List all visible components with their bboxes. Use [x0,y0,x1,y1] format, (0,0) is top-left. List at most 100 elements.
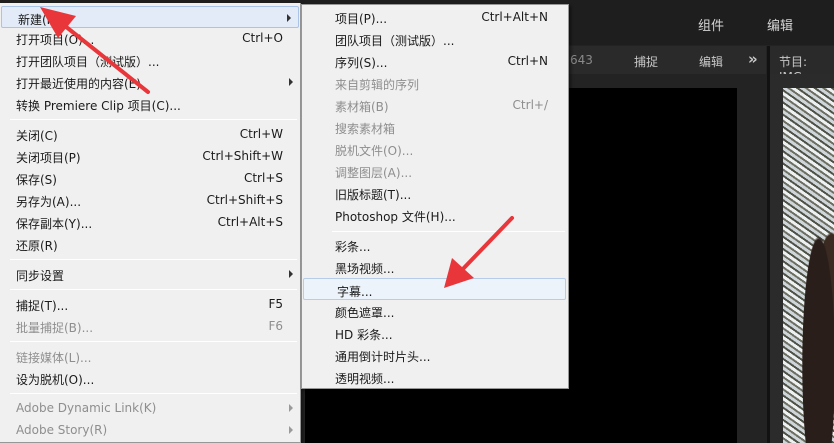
submenu-item-sequence-from-clip[interactable]: 来自剪辑的序列 [302,72,568,94]
menu-item-open-recent[interactable]: 打开最近使用的内容(E) [0,71,300,93]
menu-separator [10,259,297,260]
submenu-item-countdown-leader[interactable]: 通用倒计时片头... [302,344,568,366]
menu-item-label: 保存(S) [16,173,57,187]
submenu-item-hd-bars[interactable]: HD 彩条... [302,322,568,344]
menu-item-save-as[interactable]: 另存为(A)... Ctrl+Shift+S [0,189,300,211]
menu-item-label: 设为脱机(O)... [16,373,95,387]
submenu-item-captions[interactable]: 字幕... [303,278,566,300]
menu-item-label: 新建(N) [18,13,61,27]
source-tab-capture[interactable]: 捕捉 [634,53,658,70]
submenu-item-legacy-title[interactable]: 旧版标题(T)... [302,182,568,204]
menu-item-label: 另存为(A)... [16,195,82,209]
submenu-item-black-video[interactable]: 黑场视频... [302,256,568,278]
menu-item-convert-premiere-clip[interactable]: 转换 Premiere Clip 项目(C)... [0,93,300,115]
submenu-item-sequence[interactable]: 序列(S)... Ctrl+N [302,50,568,72]
submenu-item-adjustment-layer[interactable]: 调整图层(A)... [302,160,568,182]
menu-item-label: 彩条... [335,240,371,254]
submenu-item-project[interactable]: 项目(P)... Ctrl+Alt+N [302,6,568,28]
submenu-arrow-icon [289,404,293,412]
menu-item-close-project[interactable]: 关闭项目(P) Ctrl+Shift+W [0,145,300,167]
menu-item-revert[interactable]: 还原(R) [0,233,300,255]
menu-item-label: 脱机文件(O)... [335,144,414,158]
menu-item-close[interactable]: 关闭(C) Ctrl+W [0,123,300,145]
file-menu: 新建(N) 打开项目(O)... Ctrl+O 打开团队项目（测试版）... 打… [0,3,301,443]
submenu-arrow-icon [289,78,293,86]
menu-item-batch-capture[interactable]: 批量捕捉(B)... F6 [0,315,300,337]
menu-item-shortcut: F6 [268,319,283,333]
menu-item-capture[interactable]: 捕捉(T)... F5 [0,293,300,315]
menu-separator [332,231,565,232]
menu-item-label: 透明视频... [335,372,395,386]
program-monitor-image [783,88,834,443]
menu-item-shortcut: Ctrl+/ [512,98,548,112]
menu-item-make-offline[interactable]: 设为脱机(O)... [0,367,300,389]
workspace-tab-assembly[interactable]: 组件 [698,15,724,34]
menu-item-label: 捕捉(T)... [16,299,69,313]
menu-item-open-project[interactable]: 打开项目(O)... Ctrl+O [0,27,300,49]
menu-item-label: 调整图层(A)... [335,166,413,180]
source-tab-edit[interactable]: 编辑 [699,53,723,70]
menu-separator [10,119,297,120]
menu-item-adobe-story[interactable]: Adobe Story(R) [0,419,300,441]
menu-item-save[interactable]: 保存(S) Ctrl+S [0,167,300,189]
menu-item-shortcut: Ctrl+S [243,171,283,185]
menu-item-label: 关闭(C) [16,129,58,143]
menu-item-label: 打开项目(O)... [16,33,95,47]
menu-item-shortcut: Ctrl+N [507,54,548,68]
menu-separator [10,393,297,394]
menu-item-label: 黑场视频... [335,262,395,276]
menu-item-label: 链接媒体(L)... [16,351,92,365]
submenu-item-offline-file[interactable]: 脱机文件(O)... [302,138,568,160]
submenu-item-color-matte[interactable]: 颜色遮罩... [302,300,568,322]
menu-item-adobe-dynamic-link[interactable]: Adobe Dynamic Link(K) [0,397,300,419]
menu-item-shortcut: Ctrl+Alt+S [217,215,283,229]
submenu-arrow-icon [287,14,291,22]
menu-item-label: 团队项目（测试版）... [335,34,455,48]
menu-item-label: 字幕... [337,285,373,299]
menu-item-open-team-project[interactable]: 打开团队项目（测试版）... [0,49,300,71]
menu-item-label: 关闭项目(P) [16,151,81,165]
menu-item-label: 搜索素材箱 [335,122,396,136]
menu-item-label: 来自剪辑的序列 [335,78,420,92]
submenu-item-transparent-video[interactable]: 透明视频... [302,366,568,388]
source-clip-name: 643 [570,53,593,67]
submenu-item-team-project[interactable]: 团队项目（测试版）... [302,28,568,50]
panel-overflow-icon[interactable]: » [748,50,758,68]
menu-item-label: 项目(P)... [335,12,388,26]
menu-item-label: 转换 Premiere Clip 项目(C)... [16,99,181,113]
submenu-arrow-icon [289,426,293,434]
menu-item-label: 保存副本(Y)... [16,217,93,231]
menu-item-label: Photoshop 文件(H)... [335,210,456,224]
menu-item-shortcut: F5 [268,297,283,311]
menu-item-label: Adobe Story(R) [16,423,108,437]
submenu-item-photoshop-file[interactable]: Photoshop 文件(H)... [302,204,568,226]
submenu-arrow-icon [289,270,293,278]
workspace-tab-editing[interactable]: 编辑 [767,15,793,34]
source-panel-header [569,46,766,74]
menu-item-label: 颜色遮罩... [335,306,395,320]
menu-item-sync-settings[interactable]: 同步设置 [0,263,300,285]
menu-item-label: 批量捕捉(B)... [16,321,94,335]
menu-item-label: 旧版标题(T)... [335,188,412,202]
menu-item-save-copy[interactable]: 保存副本(Y)... Ctrl+Alt+S [0,211,300,233]
menu-item-label: 还原(R) [16,239,58,253]
menu-item-label: 素材箱(B) [335,100,389,114]
menu-item-label: 打开最近使用的内容(E) [16,77,141,91]
menu-item-shortcut: Ctrl+W [239,127,283,141]
submenu-item-bars-and-tone[interactable]: 彩条... [302,234,568,256]
menu-item-label: Adobe Dynamic Link(K) [16,401,157,415]
submenu-item-search-bin[interactable]: 搜索素材箱 [302,116,568,138]
menu-separator [10,289,297,290]
menu-separator [10,341,297,342]
menu-item-label: 序列(S)... [335,56,388,70]
menu-item-new[interactable]: 新建(N) [1,6,299,28]
menu-item-shortcut: Ctrl+Shift+S [206,193,283,207]
menu-item-shortcut: Ctrl+O [242,31,283,45]
menu-item-link-media[interactable]: 链接媒体(L)... [0,345,300,367]
menu-item-label: 打开团队项目（测试版）... [16,55,160,69]
menu-item-shortcut: Ctrl+Shift+W [202,149,283,163]
menu-item-shortcut: Ctrl+Alt+N [481,10,548,24]
new-submenu: 项目(P)... Ctrl+Alt+N 团队项目（测试版）... 序列(S)..… [301,4,569,389]
menu-item-label: 同步设置 [16,269,65,283]
submenu-item-bin[interactable]: 素材箱(B) Ctrl+/ [302,94,568,116]
